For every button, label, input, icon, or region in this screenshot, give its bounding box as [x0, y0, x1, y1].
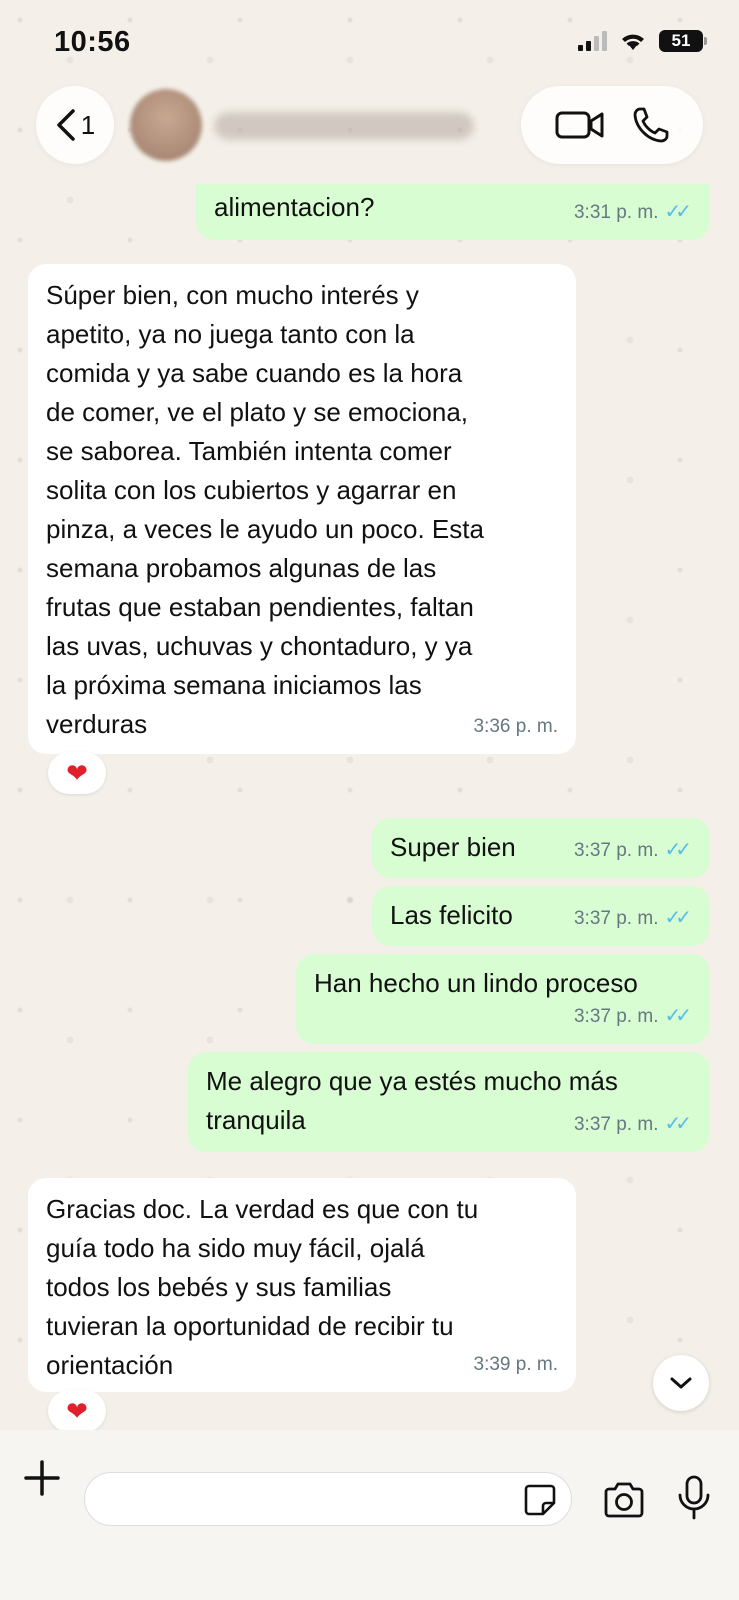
avatar[interactable]: [130, 89, 202, 161]
message-meta: 3:31 p. m. ✓✓: [574, 193, 692, 232]
message-meta: 3:37 p. m. ✓✓: [574, 997, 692, 1036]
read-receipt-icon: ✓✓: [664, 907, 691, 929]
status-icons: 51: [578, 30, 707, 52]
message-incoming[interactable]: Gracias doc. La verdad es que con tu guí…: [28, 1178, 576, 1392]
message-time: 3:36 p. m.: [473, 716, 559, 737]
message-outgoing[interactable]: Han hecho un lindo proceso 3:37 p. m. ✓✓: [296, 954, 710, 1044]
status-time: 10:56: [54, 26, 131, 58]
chevron-left-icon: [57, 109, 75, 141]
message-meta: 3:37 p. m. ✓✓: [574, 1105, 692, 1144]
contact-name[interactable]: [214, 112, 474, 140]
unread-count: 1: [80, 109, 96, 140]
read-receipt-icon: ✓✓: [664, 201, 691, 223]
message-time: 3:39 p. m.: [473, 1354, 559, 1375]
video-camera-icon[interactable]: [555, 109, 605, 141]
message-outgoing[interactable]: Super bien 3:37 p. m. ✓✓: [372, 818, 710, 878]
message-text: Han hecho un lindo proceso: [314, 968, 638, 998]
message-time: 3:37 p. m.: [573, 1114, 659, 1135]
message-outgoing[interactable]: Me alegro que ya estés mucho más tranqui…: [188, 1052, 710, 1152]
status-bar: 10:56 51: [0, 0, 739, 80]
message-time: 3:37 p. m.: [573, 908, 659, 929]
chevron-down-icon: [670, 1377, 692, 1389]
message-outgoing[interactable]: alimentacion? 3:31 p. m. ✓✓: [196, 184, 710, 240]
message-text: alimentacion?: [214, 192, 375, 222]
read-receipt-icon: ✓✓: [664, 1113, 691, 1135]
read-receipt-icon: ✓✓: [664, 839, 691, 861]
chat-header: 1: [0, 86, 739, 166]
camera-icon[interactable]: [602, 1480, 646, 1520]
message-meta: 3:39 p. m.: [474, 1345, 559, 1384]
message-text: Súper bien, con mucho interés y apetito,…: [46, 280, 484, 739]
battery-indicator: 51: [659, 30, 707, 52]
microphone-icon[interactable]: [676, 1474, 712, 1522]
message-incoming[interactable]: Súper bien, con mucho interés y apetito,…: [28, 264, 576, 754]
plus-icon[interactable]: [22, 1458, 62, 1498]
message-time: 3:31 p. m.: [573, 202, 659, 223]
signal-icon: [578, 31, 607, 51]
heart-reaction[interactable]: ❤: [48, 1390, 106, 1432]
read-receipt-icon: ✓✓: [664, 1005, 691, 1027]
phone-icon[interactable]: [632, 106, 670, 144]
message-meta: 3:37 p. m. ✓✓: [574, 899, 692, 938]
message-time: 3:37 p. m.: [573, 840, 659, 861]
message-input[interactable]: [105, 1473, 505, 1525]
message-input-field: [84, 1472, 572, 1526]
call-actions: [521, 86, 703, 164]
heart-reaction[interactable]: ❤: [48, 752, 106, 794]
message-composer: [0, 1430, 739, 1600]
sticker-icon[interactable]: [523, 1483, 557, 1517]
message-outgoing[interactable]: Las felicito 3:37 p. m. ✓✓: [372, 886, 710, 946]
wifi-icon: [622, 34, 644, 50]
message-text: Las felicito: [390, 900, 513, 930]
scroll-to-bottom-button[interactable]: [653, 1355, 709, 1411]
back-button[interactable]: 1: [36, 86, 114, 164]
message-time: 3:37 p. m.: [573, 1006, 659, 1027]
message-meta: 3:37 p. m. ✓✓: [574, 831, 692, 870]
message-meta: 3:36 p. m.: [474, 707, 559, 746]
message-text: Super bien: [390, 832, 516, 862]
